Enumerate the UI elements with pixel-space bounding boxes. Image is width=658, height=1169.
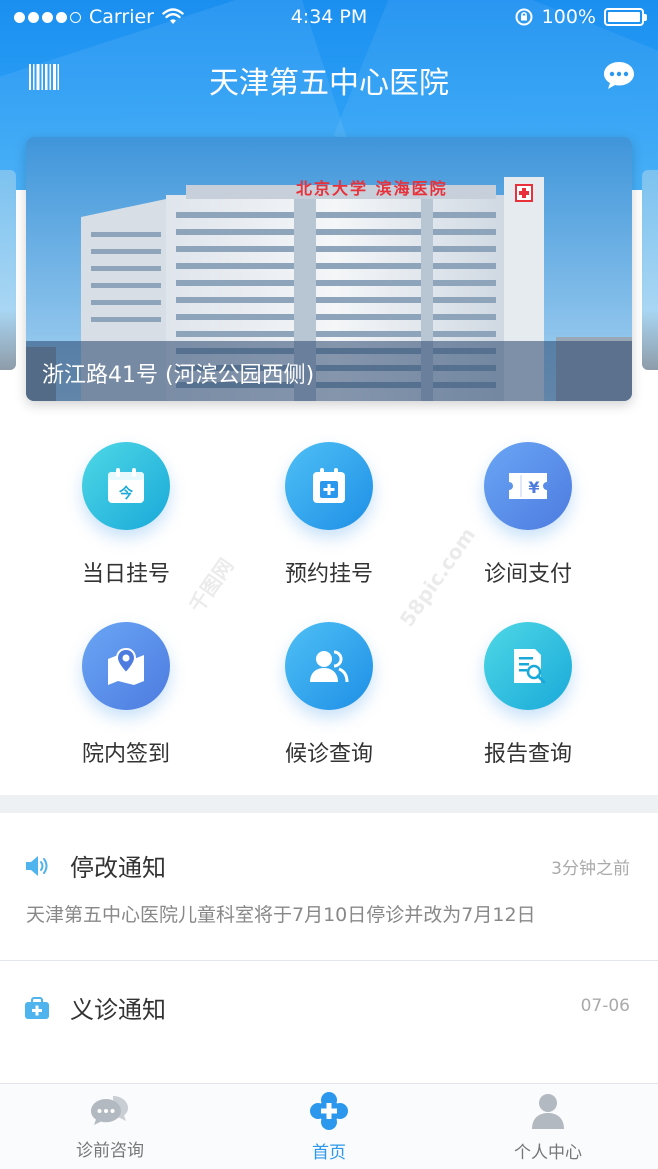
service-report-query[interactable]: 报告查询 bbox=[428, 610, 628, 780]
service-check-in[interactable]: 院内签到 bbox=[26, 610, 226, 780]
banner-prev-peek[interactable] bbox=[0, 170, 16, 370]
people-icon bbox=[285, 622, 373, 710]
calendar-today-icon: 今 bbox=[82, 442, 170, 530]
nav-bar: 天津第五中心医院 bbox=[0, 48, 658, 108]
notice-time: 3分钟之前 bbox=[551, 859, 630, 879]
service-clinic-payment[interactable]: ¥ 诊间支付 bbox=[428, 430, 628, 600]
service-label: 候诊查询 bbox=[284, 742, 373, 767]
tab-label: 首页 bbox=[312, 1143, 346, 1163]
notice-body: 天津第五中心医院儿童科室将于7月10日停诊并改为7月12日 bbox=[26, 904, 536, 926]
notice-time: 07-06 bbox=[580, 996, 630, 1016]
yen-ticket-icon: ¥ bbox=[484, 442, 572, 530]
medical-kit-icon bbox=[25, 996, 49, 1019]
service-label: 预约挂号 bbox=[284, 562, 373, 587]
hospital-sign: 北京大学 滨海医院 bbox=[296, 179, 448, 198]
person-icon bbox=[532, 1094, 564, 1129]
tab-profile[interactable]: 个人中心 bbox=[468, 1092, 628, 1163]
service-grid: 今 当日挂号 预约挂号 ¥ 诊间支付 院内签到 候诊查询 报告查询 bbox=[0, 430, 658, 790]
service-queue-query[interactable]: 候诊查询 bbox=[229, 610, 429, 780]
list-divider bbox=[0, 960, 658, 961]
battery-percent: 100% bbox=[541, 6, 596, 28]
report-search-icon bbox=[484, 622, 572, 710]
orientation-lock-icon bbox=[515, 8, 533, 26]
banner-next-peek[interactable] bbox=[642, 170, 658, 370]
tab-bar: 诊前咨询 首页 个人中心 bbox=[0, 1083, 658, 1169]
service-appointment-registration[interactable]: 预约挂号 bbox=[229, 430, 429, 600]
service-label: 院内签到 bbox=[81, 742, 170, 767]
hospital-banner[interactable]: 北京大学 滨海医院 浙江路41号 (河滨公园西侧) bbox=[26, 137, 632, 401]
message-icon[interactable] bbox=[602, 60, 636, 90]
page-title: 天津第五中心医院 bbox=[209, 66, 449, 101]
speaker-icon bbox=[26, 855, 48, 876]
banner-caption: 浙江路41号 (河滨公园西侧) bbox=[26, 341, 632, 401]
svg-text:今: 今 bbox=[118, 485, 133, 502]
tab-home[interactable]: 首页 bbox=[249, 1092, 409, 1163]
calendar-plus-icon bbox=[285, 442, 373, 530]
medical-cross-icon bbox=[310, 1092, 348, 1130]
notice-title: 义诊通知 bbox=[70, 996, 166, 1024]
service-label: 报告查询 bbox=[483, 742, 572, 767]
tab-consultation[interactable]: 诊前咨询 bbox=[30, 1092, 190, 1161]
svg-text:¥: ¥ bbox=[528, 478, 539, 497]
tab-label: 诊前咨询 bbox=[76, 1141, 144, 1161]
battery-icon bbox=[604, 8, 647, 26]
notice-title: 停改通知 bbox=[70, 854, 166, 882]
map-pin-icon bbox=[82, 622, 170, 710]
section-divider bbox=[0, 795, 658, 813]
service-same-day-registration[interactable]: 今 当日挂号 bbox=[26, 430, 226, 600]
chat-bubbles-icon bbox=[91, 1096, 128, 1125]
status-bar: Carrier 4:34 PM 100% bbox=[0, 0, 658, 36]
tab-label: 个人中心 bbox=[514, 1143, 582, 1163]
